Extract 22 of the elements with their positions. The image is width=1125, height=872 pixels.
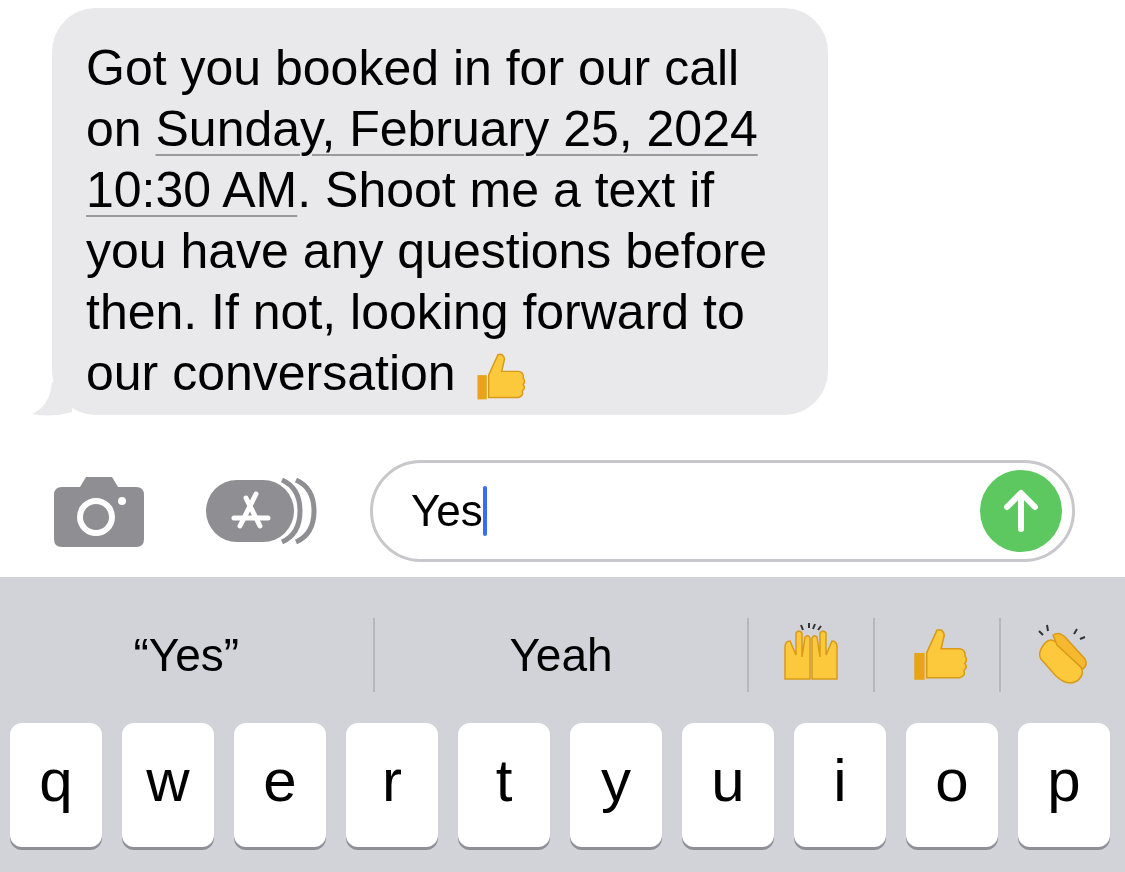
keyboard-key[interactable]: q	[10, 723, 102, 847]
keyboard-key[interactable]: u	[682, 723, 774, 847]
up-arrow-icon	[1003, 489, 1039, 533]
date-link[interactable]: 10:30 AM	[86, 162, 298, 218]
text-cursor	[482, 486, 487, 536]
message-input[interactable]: Yes	[370, 460, 1075, 562]
keyboard-key[interactable]: r	[346, 723, 438, 847]
message-text: Got you booked in for our call on Sunday, February 25, 2024 10:30 AM. Shoot me a text if you have any questions before then. If not, looking forward to our conversation	[86, 38, 776, 405]
keyboard-key[interactable]: w	[122, 723, 214, 847]
date-link[interactable]: Sunday, February 25, 2024	[155, 101, 758, 157]
send-button[interactable]	[980, 470, 1062, 552]
keyboard-key[interactable]: e	[234, 723, 326, 847]
input-value: Yes	[411, 485, 483, 537]
keyboard-key[interactable]: o	[906, 723, 998, 847]
word-suggestion[interactable]: Yeah	[374, 605, 748, 705]
keyboard-key[interactable]: i	[794, 723, 886, 847]
camera-icon[interactable]	[54, 475, 144, 547]
app-store-icon[interactable]	[206, 476, 318, 546]
keyboard-key[interactable]: y	[570, 723, 662, 847]
word-suggestion[interactable]: “Yes”	[0, 605, 373, 705]
keyboard-key[interactable]: p	[1018, 723, 1110, 847]
keyboard-key[interactable]: t	[458, 723, 550, 847]
